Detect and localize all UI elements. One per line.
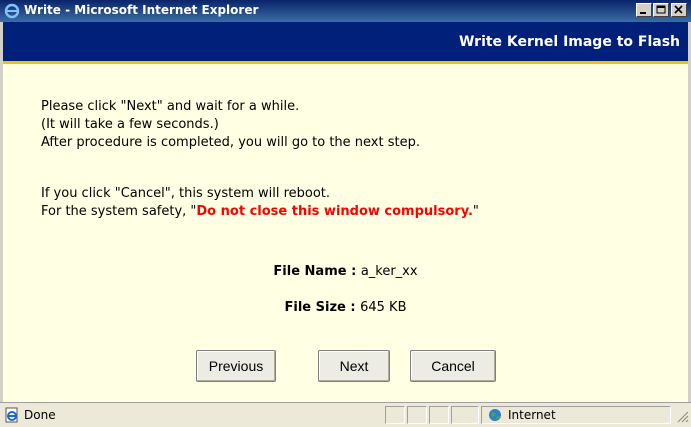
previous-button[interactable]: Previous (196, 350, 276, 382)
file-size-value: 645 KB (360, 300, 407, 315)
status-panel-3 (429, 406, 449, 424)
file-name-row: File Name : a_ker_xx (3, 264, 688, 279)
cancel-button[interactable]: Cancel (410, 350, 496, 382)
status-panel-1 (385, 406, 405, 424)
next-button[interactable]: Next (318, 350, 390, 382)
close-button[interactable] (671, 3, 687, 17)
title-bar[interactable]: Write - Microsoft Internet Explorer (0, 0, 691, 22)
safety-note: For the system safety, "Do not close thi… (41, 203, 479, 221)
content-panel: Please click "Next" and wait for a while… (3, 64, 688, 402)
file-size-row: File Size : 645 KB (3, 300, 688, 315)
page-header: Write Kernel Image to Flash (3, 22, 688, 64)
instruction-line-1: Please click "Next" and wait for a while… (41, 99, 300, 114)
file-size-label: File Size : (284, 300, 361, 315)
maximize-button[interactable] (653, 3, 669, 17)
security-zone-panel[interactable]: Internet (481, 406, 671, 424)
window-title: Write - Microsoft Internet Explorer (24, 3, 259, 17)
status-text: Done (24, 408, 56, 422)
safety-note-prefix: For the system safety, " (41, 204, 197, 219)
globe-icon (488, 408, 502, 422)
safety-warning: Do not close this window compulsory. (196, 204, 473, 219)
ie-icon (4, 3, 20, 19)
minimize-button[interactable] (636, 3, 652, 17)
file-name-value: a_ker_xx (360, 264, 418, 279)
page-done-icon (4, 407, 20, 423)
status-panel-2 (407, 406, 427, 424)
instruction-line-2: (It will take a few seconds.) (41, 117, 219, 132)
resize-grip-icon[interactable] (675, 409, 689, 423)
cancel-note: If you click "Cancel", this system will … (41, 186, 331, 201)
status-panel-4 (451, 406, 479, 424)
status-bar: Done Internet (0, 402, 691, 427)
file-name-label: File Name : (273, 264, 361, 279)
safety-note-suffix: " (472, 204, 479, 219)
zone-label: Internet (508, 408, 556, 422)
page-title: Write Kernel Image to Flash (458, 34, 680, 50)
instruction-line-3: After procedure is completed, you will g… (41, 135, 420, 150)
